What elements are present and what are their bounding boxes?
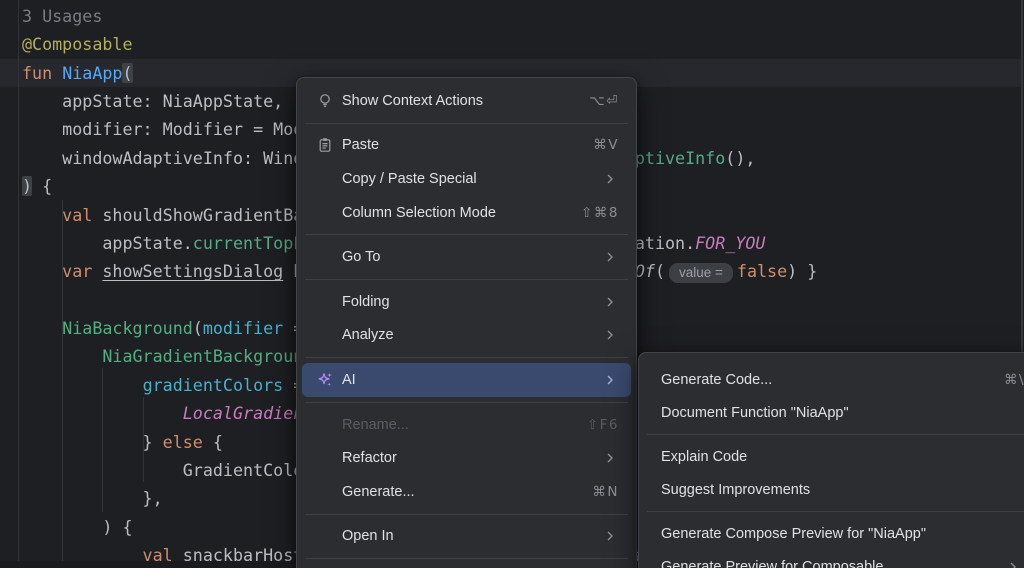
- menu-item-refactor[interactable]: Refactor: [297, 441, 636, 475]
- matched-paren: (: [122, 63, 132, 83]
- submenu-chevron-icon: [1009, 561, 1017, 568]
- submenu-item-document-function[interactable]: Document Function "NiaApp": [639, 396, 1024, 429]
- submenu-chevron-icon: [606, 530, 614, 542]
- menu-separator: [305, 357, 628, 358]
- menu-separator: [647, 511, 1024, 512]
- submenu-chevron-icon: [606, 173, 614, 185]
- menu-item-go-to[interactable]: Go To: [297, 240, 636, 274]
- code-line[interactable]: @Composable: [22, 30, 817, 58]
- submenu-item-generate-preview-for-composable[interactable]: Generate Preview for Composable: [639, 550, 1024, 568]
- code-line[interactable]: 3 Usages: [22, 2, 817, 30]
- menu-item-open-in[interactable]: Open In: [297, 520, 636, 554]
- submenu-item-explain-code[interactable]: Explain Code: [639, 440, 1024, 473]
- lightbulb-icon: [315, 93, 335, 109]
- gutter-separator: [18, 0, 19, 568]
- menu-item-copy-paste-special[interactable]: Copy / Paste Special: [297, 162, 636, 196]
- menu-item-folding[interactable]: Folding: [297, 285, 636, 319]
- menu-separator: [305, 279, 628, 280]
- context-menu: Show Context Actions ⌥⏎ Paste ⌘V Copy / …: [296, 77, 637, 568]
- menu-item-column-selection-mode[interactable]: Column Selection Mode ⇧⌘8: [297, 196, 636, 230]
- menu-item-analyze[interactable]: Analyze: [297, 319, 636, 353]
- menu-separator: [305, 514, 628, 515]
- menu-separator: [305, 558, 628, 559]
- usages-inlay-hint[interactable]: 3 Usages: [22, 6, 102, 26]
- ai-sparkle-icon: [315, 371, 335, 389]
- submenu-item-suggest-improvements[interactable]: Suggest Improvements: [639, 473, 1024, 506]
- ide-editor-screen: 3 Usages @Composable fun NiaApp( appStat…: [0, 0, 1024, 568]
- menu-separator: [647, 434, 1024, 435]
- clipboard-icon: [315, 137, 335, 153]
- menu-separator: [305, 123, 628, 124]
- submenu-chevron-icon: [606, 329, 614, 341]
- submenu-chevron-icon: [606, 251, 614, 263]
- matched-paren: ): [22, 176, 32, 196]
- menu-separator: [305, 234, 628, 235]
- parameter-name-hint: value =: [669, 263, 733, 283]
- submenu-chevron-icon: [606, 452, 614, 464]
- ai-submenu: Generate Code... ⌘\ Document Function "N…: [638, 352, 1024, 568]
- menu-item-paste[interactable]: Paste ⌘V: [297, 129, 636, 163]
- submenu-item-generate-compose-preview[interactable]: Generate Compose Preview for "NiaApp": [639, 517, 1024, 550]
- submenu-item-generate-code[interactable]: Generate Code... ⌘\: [639, 363, 1024, 396]
- menu-separator: [305, 402, 628, 403]
- submenu-chevron-icon: [606, 296, 614, 308]
- menu-item-show-context-actions[interactable]: Show Context Actions ⌥⏎: [297, 84, 636, 118]
- menu-item-rename: Rename... ⇧F6: [297, 408, 636, 442]
- menu-item-ai[interactable]: AI: [302, 363, 631, 397]
- submenu-chevron-icon: [606, 374, 614, 386]
- menu-item-generate[interactable]: Generate... ⌘N: [297, 475, 636, 509]
